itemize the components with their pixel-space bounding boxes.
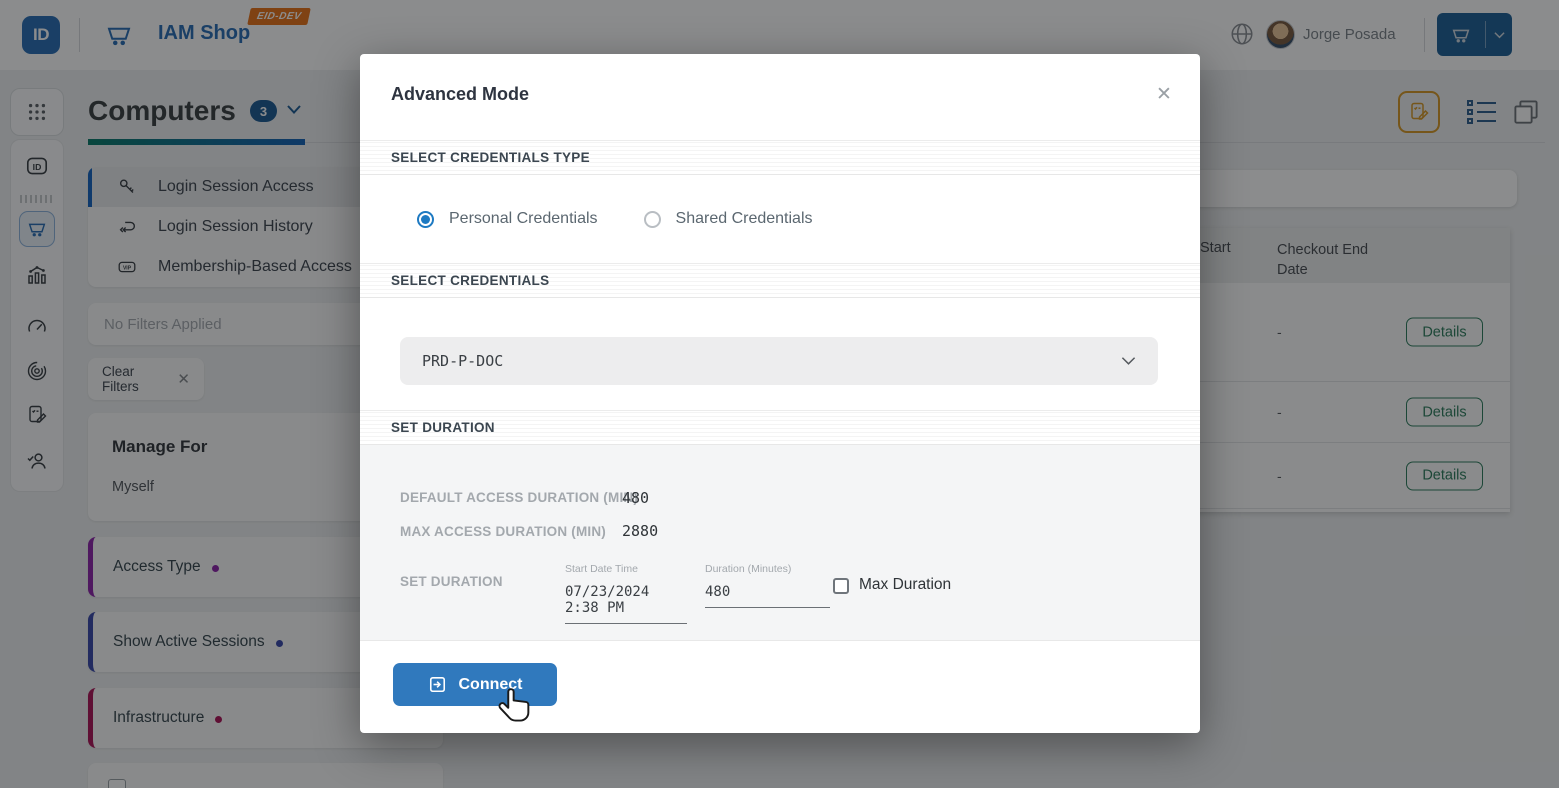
radio-label: Shared Credentials xyxy=(676,210,813,228)
duration-section: DEFAULT ACCESS DURATION (MIN) 480 MAX AC… xyxy=(360,445,1200,641)
radio-selected-icon[interactable] xyxy=(417,211,434,228)
modal-footer: Connect xyxy=(360,641,1200,733)
set-duration-label: SET DURATION xyxy=(400,574,503,589)
advanced-mode-modal: Advanced Mode ✕ SELECT CREDENTIALS TYPE … xyxy=(360,54,1200,733)
default-duration-value: 480 xyxy=(622,489,649,507)
duration-minutes-label: Duration (Minutes) xyxy=(705,563,830,575)
credentials-section: PRD-P-DOC xyxy=(360,298,1200,410)
radio-label: Personal Credentials xyxy=(449,210,598,228)
credentials-type-options: Personal Credentials Shared Credentials xyxy=(360,175,1200,263)
start-date-time-input[interactable]: 07/23/2024 2:38 PM xyxy=(565,584,687,624)
section-heading-select-credentials: SELECT CREDENTIALS xyxy=(360,263,1200,298)
chevron-down-icon[interactable] xyxy=(1121,356,1136,366)
radio-shared-credentials[interactable]: Shared Credentials xyxy=(644,210,813,228)
modal-header: Advanced Mode ✕ xyxy=(360,54,1200,140)
duration-minutes-field: Duration (Minutes) 480 xyxy=(705,563,830,608)
max-duration-value: 2880 xyxy=(622,522,658,540)
connect-button[interactable]: Connect xyxy=(393,663,557,706)
radio-personal-credentials[interactable]: Personal Credentials xyxy=(417,210,598,228)
section-heading-set-duration: SET DURATION xyxy=(360,410,1200,445)
max-duration-label: MAX ACCESS DURATION (MIN) xyxy=(400,524,606,539)
modal-title: Advanced Mode xyxy=(391,84,529,105)
credentials-dropdown[interactable]: PRD-P-DOC xyxy=(400,337,1158,385)
default-duration-label: DEFAULT ACCESS DURATION (MIN) xyxy=(400,490,638,505)
duration-minutes-input[interactable]: 480 xyxy=(705,584,830,608)
connect-button-label: Connect xyxy=(459,676,523,694)
login-arrow-icon xyxy=(428,675,447,694)
credentials-selected-value: PRD-P-DOC xyxy=(422,352,503,370)
close-icon[interactable]: ✕ xyxy=(1150,80,1178,108)
max-duration-checkbox-label: Max Duration xyxy=(859,576,951,594)
section-heading-credentials-type: SELECT CREDENTIALS TYPE xyxy=(360,140,1200,175)
max-duration-checkbox[interactable] xyxy=(833,578,849,594)
start-date-time-label: Start Date Time xyxy=(565,563,687,575)
radio-unselected-icon[interactable] xyxy=(644,211,661,228)
start-date-time-field: Start Date Time 07/23/2024 2:38 PM xyxy=(565,563,687,624)
